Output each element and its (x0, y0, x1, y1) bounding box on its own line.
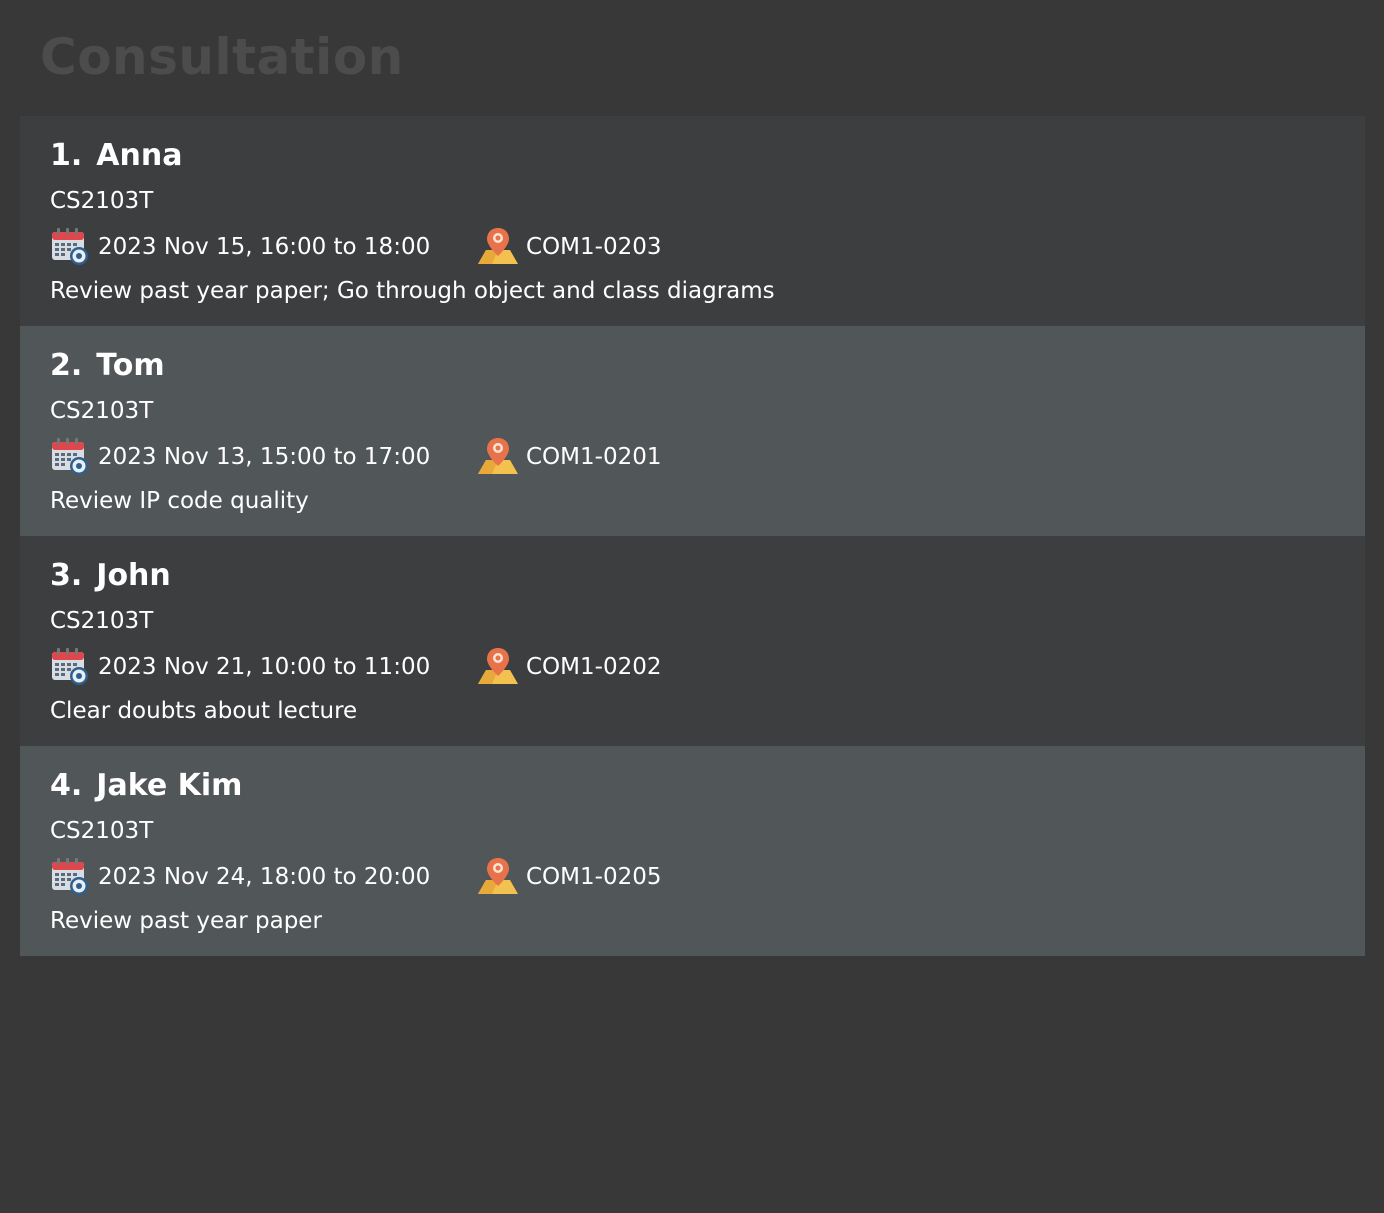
consultation-time: 2023 Nov 24, 18:00 to 20:00 (98, 864, 431, 890)
consultation-index: 3. (50, 558, 83, 593)
consultation-location: COM1-0201 (526, 444, 662, 470)
consultation-meta: 2023 Nov 21, 10:00 to 11:00 COM1-0202 (50, 646, 950, 688)
consultation-meta: 2023 Nov 13, 15:00 to 17:00 COM1-0201 (50, 436, 950, 478)
calendar-clock-icon (52, 648, 88, 685)
map-pin-icon (478, 438, 518, 474)
module-code: CS2103T (50, 398, 154, 424)
consultation-index: 2. (50, 348, 83, 383)
consultation-name-row: 2. Tom (50, 346, 165, 386)
student-name: Jake Kim (96, 768, 243, 803)
consultation-card[interactable]: 2. Tom CS2103T 2023 Nov 13, 15:00 to 17:0… (20, 326, 1365, 536)
map-pin-icon (478, 648, 518, 684)
consultation-list: 1. Anna CS2103T 2023 Nov 15, 16:00 to 18:… (20, 116, 1365, 956)
calendar-clock-icon (52, 228, 88, 265)
consultation-card[interactable]: 1. Anna CS2103T 2023 Nov 15, 16:00 to 18:… (20, 116, 1365, 326)
consultation-location: COM1-0202 (526, 654, 662, 680)
consultation-card[interactable]: 3. John CS2103T 2023 Nov 21, 10:00 to 11:… (20, 536, 1365, 746)
consultation-time: 2023 Nov 13, 15:00 to 17:00 (98, 444, 431, 470)
consultation-index: 1. (50, 138, 83, 173)
consultation-name-row: 4. Jake Kim (50, 766, 242, 806)
module-code: CS2103T (50, 608, 154, 634)
calendar-clock-icon (52, 858, 88, 895)
student-name: John (96, 558, 171, 593)
page-title: Consultation (40, 28, 404, 86)
map-pin-icon (478, 228, 518, 264)
consultation-time: 2023 Nov 21, 10:00 to 11:00 (98, 654, 431, 680)
consultation-index: 4. (50, 768, 83, 803)
student-name: Anna (96, 138, 183, 173)
consultation-name-row: 3. John (50, 556, 171, 596)
consultation-location: COM1-0205 (526, 864, 662, 890)
consultation-description: Review past year paper; Go through objec… (50, 278, 775, 304)
consultation-description: Review past year paper (50, 908, 322, 934)
consultation-meta: 2023 Nov 24, 18:00 to 20:00 COM1-0205 (50, 856, 950, 898)
consultation-card[interactable]: 4. Jake Kim CS2103T 2023 Nov 24, 18:00 to… (20, 746, 1365, 956)
consultation-description: Clear doubts about lecture (50, 698, 358, 724)
consultation-description: Review IP code quality (50, 488, 309, 514)
consultation-time: 2023 Nov 15, 16:00 to 18:00 (98, 234, 431, 260)
module-code: CS2103T (50, 188, 154, 214)
consultation-location: COM1-0203 (526, 234, 662, 260)
consultation-meta: 2023 Nov 15, 16:00 to 18:00 COM1-0203 (50, 226, 950, 268)
student-name: Tom (96, 348, 165, 383)
module-code: CS2103T (50, 818, 154, 844)
consultation-name-row: 1. Anna (50, 136, 182, 176)
map-pin-icon (478, 858, 518, 894)
calendar-clock-icon (52, 438, 88, 475)
